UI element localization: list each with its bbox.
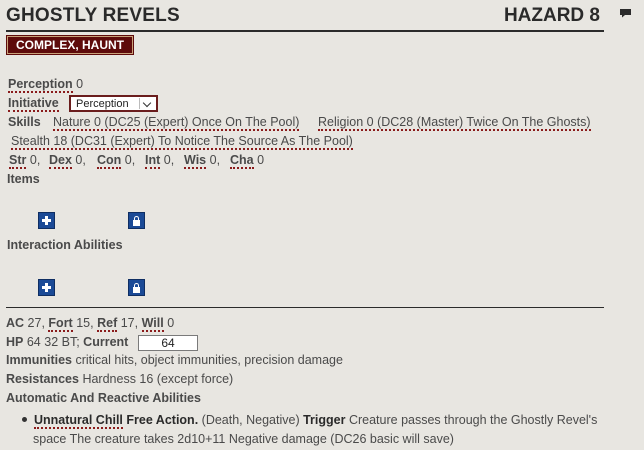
trait-tag: COMPLEX, HAUNT	[6, 35, 134, 55]
skill-nature[interactable]: Nature 0 (DC25 (Expert) Once On The Pool…	[53, 115, 300, 131]
ability-dex[interactable]: Dex 0,	[49, 153, 86, 169]
reaction-line-2: space The creature takes 2d10+11 Negativ…	[33, 432, 454, 446]
initiative-label[interactable]: Initiative	[8, 96, 59, 112]
hazard-level: HAZARD 8	[503, 5, 600, 26]
fort-label[interactable]: Fort	[48, 316, 73, 332]
ability-cha[interactable]: Cha 0	[230, 153, 264, 169]
immunities-row: Immunities critical hits, object immunit…	[6, 353, 343, 367]
unnatural-chill-link[interactable]: Unnatural Chill	[34, 413, 123, 429]
hazard-name: GHOSTLY REVELS	[6, 5, 180, 26]
will-label[interactable]: Will	[141, 316, 164, 332]
fort-value: 15	[76, 316, 91, 330]
current-label: Current	[83, 335, 129, 349]
ability-con[interactable]: Con 0,	[97, 153, 135, 169]
ability-wis[interactable]: Wis 0,	[184, 153, 220, 169]
perception-label[interactable]: Perception	[8, 77, 73, 93]
trigger-label: Trigger	[303, 413, 346, 427]
current-hp-input[interactable]: 64	[138, 335, 198, 351]
hp-label: HP	[6, 335, 24, 349]
initiative-row: Initiative	[8, 96, 59, 112]
add-interaction-ability-button[interactable]	[38, 279, 55, 296]
skills-row: Skills	[8, 115, 41, 129]
ac-label: AC	[6, 316, 25, 330]
list-bullet	[22, 417, 27, 422]
immunities-label: Immunities	[6, 353, 72, 367]
add-item-button[interactable]	[38, 212, 55, 229]
resistances-row: Resistances Hardness 16 (except force)	[6, 372, 233, 386]
chevron-down-icon	[139, 98, 155, 109]
perception-value: 0	[76, 77, 84, 91]
trigger-text: Creature passes through the Ghostly Reve…	[348, 413, 598, 427]
section-divider	[6, 307, 604, 308]
title-bar: GHOSTLY REVELS HAZARD 8	[6, 4, 604, 32]
interaction-abilities-heading: Interaction Abilities	[7, 238, 123, 252]
chat-icon[interactable]	[619, 7, 632, 18]
lock-items-button[interactable]	[128, 212, 145, 229]
initiative-selected-value: Perception	[76, 98, 129, 110]
skill-religion[interactable]: Religion 0 (DC28 (Master) Twice On The G…	[318, 115, 591, 131]
reaction-effect: space The creature takes 2d10+11 Negativ…	[33, 432, 454, 446]
ref-label[interactable]: Ref	[97, 316, 118, 332]
initiative-select[interactable]: Perception	[69, 95, 158, 112]
reaction-action: Free Action.	[126, 413, 199, 427]
reaction-line-1: Unnatural Chill Free Action. (Death, Neg…	[34, 413, 598, 429]
defense-row: AC 27, Fort 15, Ref 17, Will 0	[6, 316, 175, 332]
ability-str[interactable]: Str 0,	[9, 153, 40, 169]
ref-value: 17	[120, 316, 135, 330]
hp-value: 64	[26, 335, 41, 349]
ac-value: 27	[27, 316, 42, 330]
perception-row: Perception 0	[8, 77, 84, 93]
resistances-label: Resistances	[6, 372, 79, 386]
hp-row: HP 64 32 BT; Current	[6, 335, 128, 349]
will-value: 0	[167, 316, 175, 330]
ability-int[interactable]: Int 0,	[145, 153, 174, 169]
skill-stealth[interactable]: Stealth 18 (DC31 (Expert) To Notice The …	[11, 134, 353, 150]
resistances-text: Hardness 16 (except force)	[82, 372, 234, 386]
reactive-abilities-heading: Automatic And Reactive Abilities	[6, 391, 201, 405]
reaction-traits: (Death, Negative)	[201, 413, 300, 427]
immunities-text: critical hits, object immunities, precis…	[75, 353, 343, 367]
bt-value: 32 BT;	[44, 335, 80, 349]
items-heading: Items	[7, 172, 40, 186]
lock-interaction-abilities-button[interactable]	[128, 279, 145, 296]
skills-label: Skills	[8, 115, 41, 129]
